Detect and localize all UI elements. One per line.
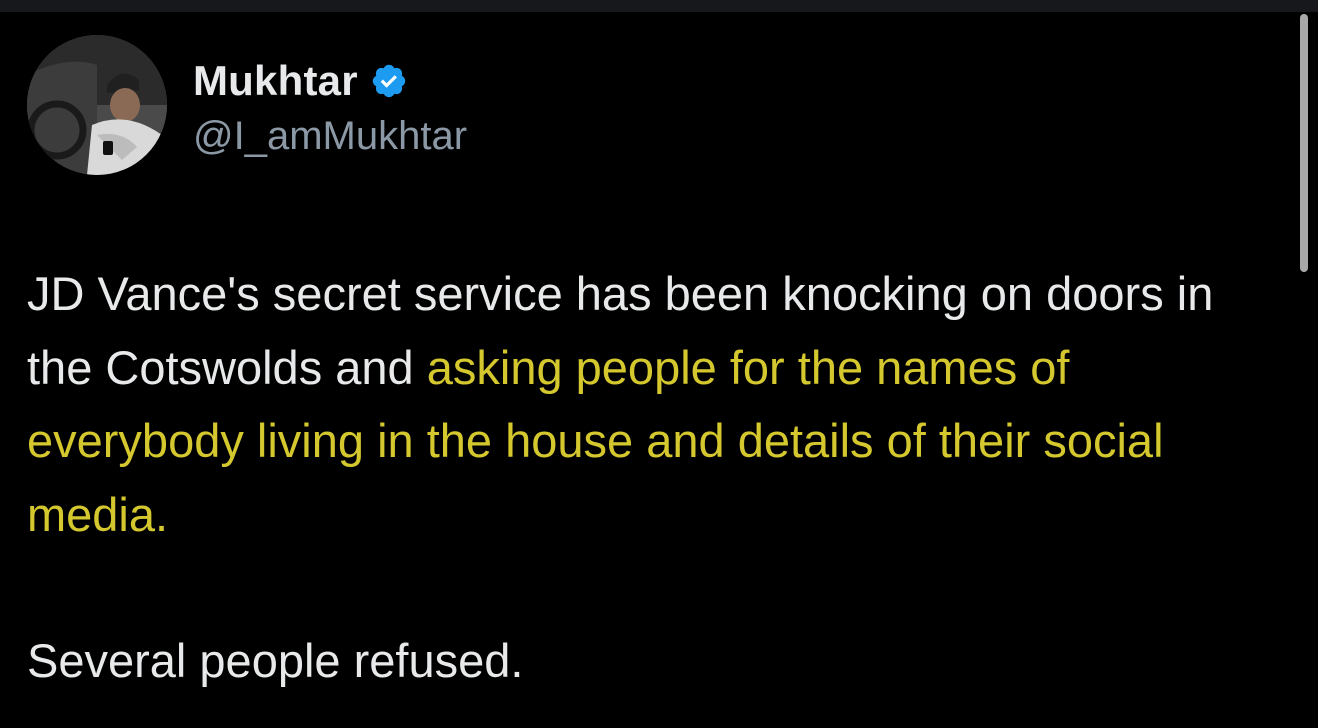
verified-badge-icon <box>370 62 408 100</box>
author-identity: Mukhtar @I_amMukhtar <box>193 52 467 159</box>
name-row: Mukhtar <box>193 52 467 110</box>
window-top-strip <box>0 0 1318 12</box>
author-handle[interactable]: @I_amMukhtar <box>193 114 467 159</box>
tweet-text-paragraph-2: Several people refused. <box>27 634 524 687</box>
avatar[interactable] <box>27 35 167 175</box>
author-display-name[interactable]: Mukhtar <box>193 57 358 105</box>
tweet-text: JD Vance's secret service has been knock… <box>27 257 1277 551</box>
avatar-photo-icon <box>27 35 167 175</box>
tweet-card[interactable]: Mukhtar @I_amMukhtar JD Vance's secret s… <box>27 34 1287 687</box>
tweet-header: Mukhtar @I_amMukhtar <box>27 34 1287 176</box>
scrollbar-thumb[interactable] <box>1300 14 1308 272</box>
